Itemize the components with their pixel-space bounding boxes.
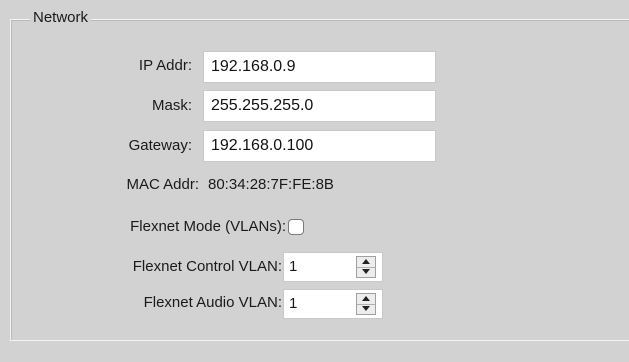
audio-vlan-spin-buttons bbox=[356, 293, 376, 315]
ip-address-input[interactable] bbox=[203, 51, 436, 83]
flexnet-mode-checkbox[interactable] bbox=[288, 219, 304, 235]
mask-input[interactable] bbox=[203, 90, 436, 122]
audio-vlan-value: 1 bbox=[289, 295, 298, 312]
gateway-input[interactable] bbox=[203, 130, 436, 162]
mask-label: Mask: bbox=[151, 97, 192, 114]
mac-address-label: MAC Addr: bbox=[126, 176, 199, 193]
flexnet-mode-label: Flexnet Mode (VLANs): bbox=[130, 218, 286, 235]
audio-vlan-stepper[interactable]: 1 bbox=[283, 289, 383, 319]
control-vlan-label: Flexnet Control VLAN: bbox=[132, 258, 282, 275]
audio-vlan-decrement-icon[interactable] bbox=[357, 304, 375, 314]
ip-address-label: IP Addr: bbox=[138, 57, 192, 74]
audio-vlan-label: Flexnet Audio VLAN: bbox=[143, 294, 282, 311]
network-settings-panel: Network IP Addr: Mask: Gateway: MAC Addr… bbox=[0, 0, 629, 362]
control-vlan-value: 1 bbox=[289, 258, 298, 275]
control-vlan-spin-buttons bbox=[356, 256, 376, 278]
gateway-label: Gateway: bbox=[128, 137, 192, 154]
control-vlan-stepper[interactable]: 1 bbox=[283, 252, 383, 282]
control-vlan-decrement-icon[interactable] bbox=[357, 267, 375, 277]
network-group-title: Network bbox=[30, 8, 92, 28]
mac-address-value: 80:34:28:7F:FE:8B bbox=[208, 176, 334, 193]
